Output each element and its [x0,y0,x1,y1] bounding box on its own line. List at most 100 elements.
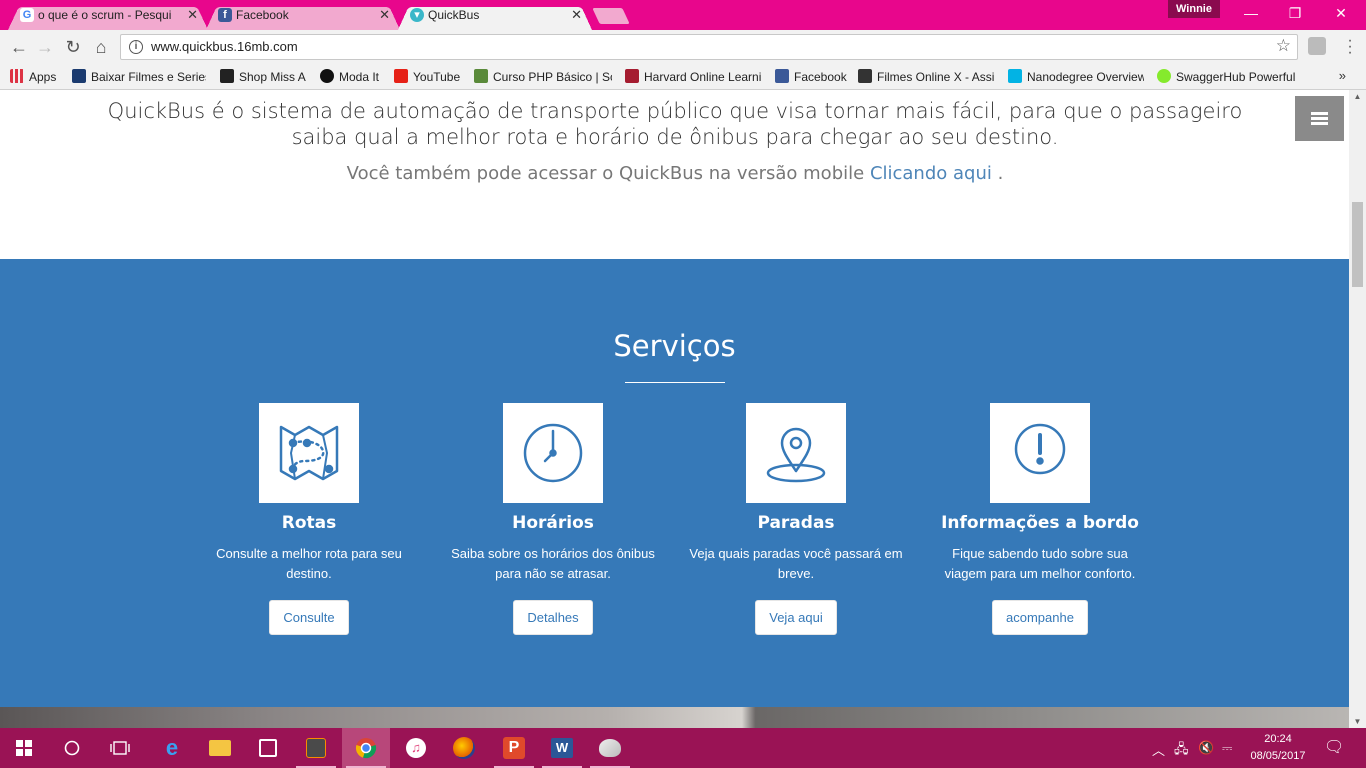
itunes-icon[interactable]: ♫ [392,728,440,768]
shop-icon [220,69,234,83]
tab-title: Facebook [236,8,289,22]
bookmark-curso-php[interactable]: Curso PHP Básico | Sc [474,68,612,86]
task-view-icon[interactable] [96,728,144,768]
bookmarks-more-button[interactable]: » [1339,68,1346,83]
detalhes-button[interactable]: Detalhes [513,600,593,635]
new-tab-button[interactable] [592,8,630,24]
home-icon[interactable]: ⌂ [90,36,112,58]
bookmark-youtube[interactable]: YouTube [394,68,460,86]
service-card-horarios: Horários Saiba sobre os horários dos ôni… [433,403,673,635]
paint-icon[interactable] [586,728,634,768]
forward-icon[interactable]: → [34,36,56,58]
mobile-link[interactable]: Clicando aqui [870,163,992,184]
udacity-icon [1008,69,1022,83]
service-description: Saiba sobre os horários dos ônibus para … [451,546,655,581]
bookmark-star-icon[interactable]: ☆ [1276,36,1291,56]
notifications-icon[interactable]: 🗨 [1324,737,1344,757]
close-tab-icon[interactable]: ✕ [187,4,198,26]
reload-icon[interactable]: ↻ [62,36,84,58]
map-route-icon [259,403,359,503]
clock-date: 08/05/2017 [1250,750,1306,762]
swagger-icon [1157,69,1171,83]
scroll-down-icon[interactable]: ▼ [1349,717,1366,726]
extension-icon[interactable] [1308,37,1326,55]
scroll-up-icon[interactable]: ▲ [1349,92,1366,101]
mobile-prefix-text: Você também pode acessar o QuickBus na v… [346,163,865,184]
bookmark-shop-miss-a[interactable]: Shop Miss A [220,68,306,86]
word-icon[interactable]: W [538,728,586,768]
close-tab-icon[interactable]: ✕ [379,4,390,26]
restore-icon[interactable]: ❐ [1272,0,1318,28]
clock-icon [503,403,603,503]
service-description: Consulte a melhor rota para seu destino. [216,546,402,581]
services-section: Serviços Rotas Consulte a melhor rota pa… [0,259,1349,707]
service-description: Veja quais paradas você passará em breve… [689,546,903,581]
show-hidden-icons[interactable]: ︿ [1152,740,1165,759]
facebook-icon [775,69,789,83]
service-title: Horários [512,513,594,533]
close-window-icon[interactable]: ✕ [1318,0,1364,28]
tab-google-search[interactable]: G o que é o scrum - Pesqui ✕ [8,4,208,30]
veja-aqui-button[interactable]: Veja aqui [755,600,837,635]
x-icon [858,69,872,83]
url-text[interactable]: www.quickbus.16mb.com [151,39,298,54]
close-tab-icon[interactable]: ✕ [571,4,582,26]
bookmark-harvard[interactable]: Harvard Online Learni [625,68,761,86]
file-explorer-icon[interactable] [196,728,244,768]
sublime-text-icon[interactable] [292,728,340,768]
service-card-rotas: Rotas Consulte a melhor rota para seu de… [189,403,429,635]
google-icon: G [20,8,34,22]
info-icon[interactable]: i [129,40,143,54]
bookmark-moda-it[interactable]: Moda It [320,68,379,86]
bookmark-swaggerhub[interactable]: SwaggerHub Powerful [1157,68,1295,86]
services-title: Serviços [613,329,736,363]
system-clock[interactable]: 20:24 08/05/2017 [1240,731,1316,765]
page-viewport: QuickBus é o sistema de automação de tra… [0,90,1349,728]
browser-toolbar: ← → ↻ ⌂ i www.quickbus.16mb.com ☆ · · · [0,30,1366,64]
page-scrollbar[interactable]: ▲ ▼ [1349,90,1366,728]
harvard-icon [625,69,639,83]
bookmark-nanodegree[interactable]: Nanodegree Overview [1008,68,1144,86]
podcast-app-icon[interactable]: P [490,728,538,768]
title-divider [625,382,725,383]
cortana-search-icon[interactable] [48,728,96,768]
minimize-icon[interactable]: — [1228,0,1274,28]
bookmarks-bar: Apps Baixar Filmes e Series Shop Miss A … [0,64,1366,90]
network-icon[interactable]: 🖧 [1174,740,1189,762]
power-icon[interactable]: ⎓ [1222,740,1232,756]
tab-title: o que é o scrum - Pesqui [38,8,172,22]
scrollbar-thumb[interactable] [1352,202,1363,287]
menu-dots-icon[interactable]: · · · [1346,33,1354,61]
windows-start-icon[interactable] [0,728,48,768]
hero-photo-strip [0,707,1349,728]
profile-badge[interactable]: Winnie [1168,0,1220,18]
clock-time: 20:24 [1264,733,1292,745]
back-icon[interactable]: ← [8,36,30,58]
moda-it-icon [320,69,334,83]
acompanhe-button[interactable]: acompanhe [992,600,1088,635]
tab-title: QuickBus [428,8,480,22]
tab-quickbus[interactable]: ▾ QuickBus ✕ [398,4,592,30]
facebook-icon: f [218,8,232,22]
service-title: Paradas [757,513,835,533]
bookmark-apps[interactable]: Apps [10,68,56,86]
edge-icon[interactable]: e [148,728,196,768]
chrome-icon[interactable] [342,728,390,768]
consulte-button[interactable]: Consulte [269,600,349,635]
youtube-icon [394,69,408,83]
service-description: Fique sabendo tudo sobre sua viagem para… [944,546,1136,581]
tab-facebook[interactable]: f Facebook ✕ [206,4,400,30]
address-bar[interactable]: i www.quickbus.16mb.com ☆ [120,34,1298,60]
bookmark-filmes-online[interactable]: Filmes Online X - Assi [858,68,994,86]
firefox-icon[interactable] [440,728,488,768]
intro-text: QuickBus é o sistema de automação de tra… [107,99,1243,149]
bookmark-baixar-filmes[interactable]: Baixar Filmes e Series [72,68,206,86]
volume-muted-icon[interactable]: 🔇 [1198,740,1214,756]
film-icon [72,69,86,83]
title-bar: G o que é o scrum - Pesqui ✕ f Facebook … [0,0,1366,30]
store-icon[interactable] [244,728,292,768]
mobile-access-line: Você também pode acessar o QuickBus na v… [100,163,1250,184]
bookmark-facebook[interactable]: Facebook [775,68,847,86]
hamburger-menu-button[interactable] [1295,96,1344,141]
exclamation-icon [990,403,1090,503]
